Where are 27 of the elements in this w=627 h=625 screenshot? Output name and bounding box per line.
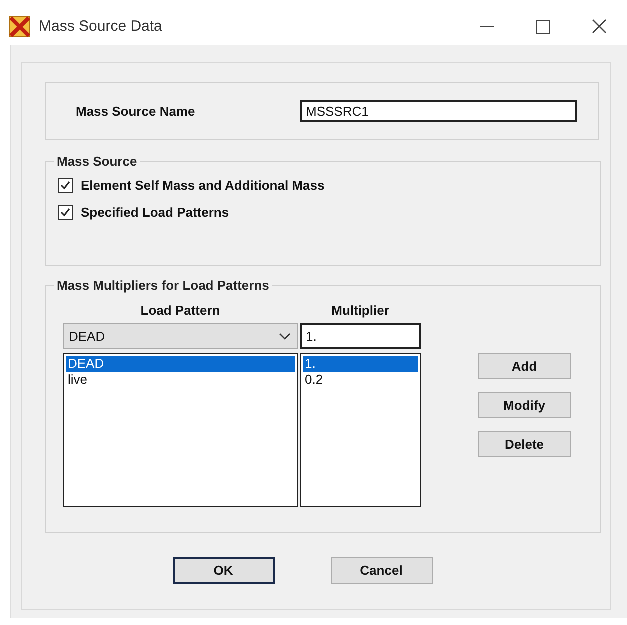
list-item[interactable]: live (66, 372, 295, 388)
close-icon[interactable] (592, 19, 606, 34)
mass-source-name-field[interactable]: MSSSRC1 (300, 100, 577, 122)
action-button[interactable]: Delete (478, 431, 571, 457)
group-title: Mass Source (56, 154, 138, 169)
dialog-button[interactable]: Cancel (330, 557, 432, 584)
maximize-icon[interactable] (536, 20, 550, 34)
app-logo-icon (9, 16, 31, 38)
checkbox[interactable] (58, 178, 73, 192)
group-title: Mass Multipliers for Load Patterns (56, 278, 270, 293)
checkbox[interactable] (58, 204, 73, 220)
action-button[interactable]: Modify (478, 392, 571, 418)
list-item[interactable]: 0.2 (303, 372, 418, 388)
chevron-down-icon (279, 332, 291, 340)
list-item[interactable]: DEAD (66, 356, 295, 372)
load-pattern-dropdown[interactable]: DEAD (63, 323, 298, 349)
dialog-button[interactable]: OK (172, 557, 274, 584)
minimize-icon[interactable] (480, 26, 494, 28)
column-header: Multiplier (330, 303, 390, 320)
mass-source-name-label: Mass Source Name (76, 104, 196, 118)
multiplier-field[interactable]: 1. (300, 323, 421, 349)
column-header: Load Pattern (140, 303, 222, 320)
window-title: Mass Source Data (39, 18, 164, 35)
action-button[interactable]: Add (478, 353, 571, 379)
list-item[interactable]: 1. (303, 356, 418, 372)
checkbox-label: Element Self Mass and Additional Mass (81, 178, 325, 192)
checkbox-label: Specified Load Patterns (81, 204, 230, 220)
